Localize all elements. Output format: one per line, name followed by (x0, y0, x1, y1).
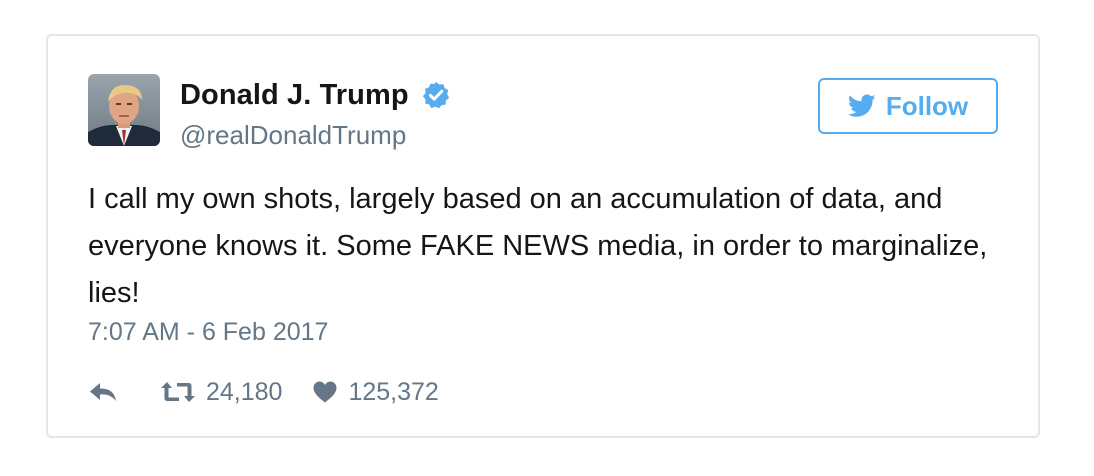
avatar-photo-icon (88, 74, 160, 146)
heart-icon (313, 381, 337, 403)
author-name-row: Donald J. Trump (180, 78, 451, 112)
like-button[interactable]: 125,372 (312, 377, 439, 407)
tweet-card: Donald J. Trump @realDonaldTrump Follow … (46, 34, 1040, 438)
author-display-name[interactable]: Donald J. Trump (180, 79, 409, 112)
tweet-text: I call my own shots, largely based on an… (88, 183, 988, 309)
twitter-bird-icon (847, 94, 876, 117)
reply-icon (90, 383, 116, 401)
retweet-count: 24,180 (206, 377, 283, 406)
retweet-button[interactable]: 24,180 (160, 378, 282, 407)
tweet-actions: 24,180 125,372 (88, 374, 439, 410)
verified-badge-icon (422, 81, 449, 109)
reply-button[interactable] (88, 381, 118, 403)
follow-button-label: Follow (885, 90, 969, 121)
tweet-timestamp[interactable]: 7:07 AM - 6 Feb 2017 (88, 318, 328, 347)
author-handle[interactable]: @realDonaldTrump (180, 120, 406, 151)
avatar[interactable] (88, 74, 160, 146)
like-count: 125,372 (348, 377, 439, 406)
follow-button[interactable]: Follow (818, 78, 998, 134)
retweet-icon (161, 382, 195, 402)
